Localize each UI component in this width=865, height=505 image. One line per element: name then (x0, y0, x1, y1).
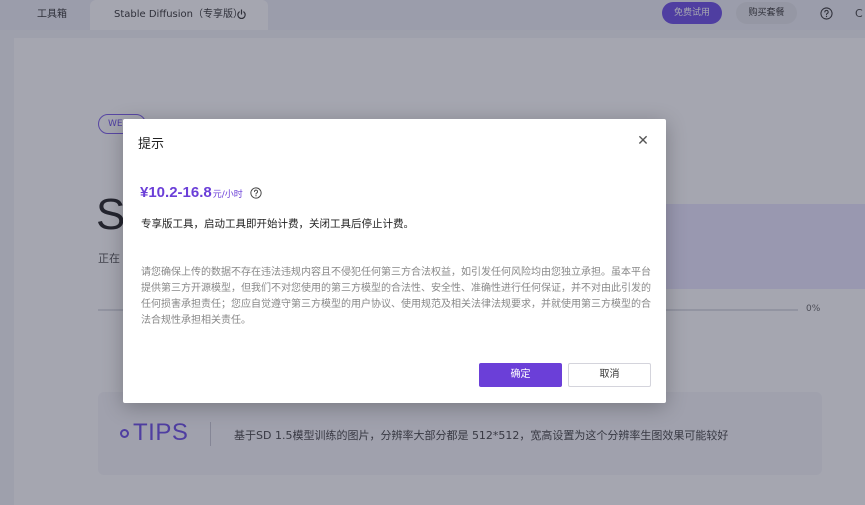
close-icon[interactable]: ✕ (635, 133, 651, 149)
price-value: ¥10.2-16.8 (140, 184, 212, 201)
cancel-button[interactable]: 取消 (568, 363, 651, 387)
billing-note: 专享版工具，启动工具即开始计费，关闭工具后停止计费。 (141, 218, 414, 230)
price-row: ¥10.2-16.8 元/小时 (140, 184, 262, 201)
price-unit: 元/小时 (212, 190, 243, 200)
confirm-button[interactable]: 确定 (479, 363, 562, 387)
notice-dialog: 提示 ✕ ¥10.2-16.8 元/小时 专享版工具，启动工具即开始计费，关闭工… (123, 119, 666, 403)
disclaimer-text: 请您确保上传的数据不存在违法违规内容且不侵犯任何第三方合法权益，如引发任何风险均… (141, 267, 651, 326)
dialog-title: 提示 (138, 137, 165, 152)
question-circle-icon[interactable] (250, 186, 262, 199)
